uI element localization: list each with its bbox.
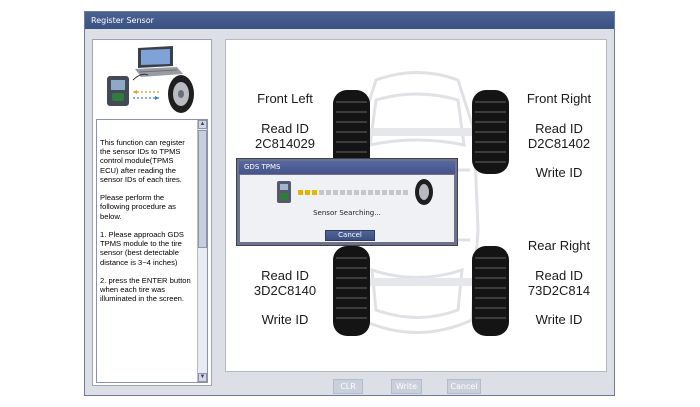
progress-dot bbox=[396, 190, 401, 195]
rear-right-label: Rear Right bbox=[527, 238, 591, 253]
front-right-label: Front Right bbox=[526, 91, 592, 106]
write-button[interactable]: Write bbox=[391, 379, 422, 394]
tire-icon bbox=[168, 75, 194, 113]
dialog-cancel-button[interactable]: Cancel bbox=[325, 230, 375, 241]
searching-message: Sensor Searching... bbox=[313, 209, 381, 217]
progress-dot bbox=[333, 190, 338, 195]
front-right-write-label: Write ID bbox=[535, 165, 583, 180]
dialog-body: Sensor Searching... Cancel bbox=[240, 175, 454, 242]
window-title: Register Sensor bbox=[85, 12, 614, 29]
front-left-read-label: Read ID bbox=[261, 121, 309, 136]
progress-dot bbox=[368, 190, 373, 195]
progress-dot bbox=[361, 190, 366, 195]
rear-right-read-label: Read ID bbox=[535, 268, 583, 283]
tpms-module-icon bbox=[107, 76, 129, 106]
rear-right-write-label: Write ID bbox=[535, 312, 583, 327]
progress-dot bbox=[382, 190, 387, 195]
cancel-button[interactable]: Cancel bbox=[447, 379, 481, 394]
progress-dot bbox=[403, 190, 408, 195]
progress-dot bbox=[389, 190, 394, 195]
progress-dot bbox=[312, 190, 317, 195]
description-scrollbar[interactable]: ▲ ▼ bbox=[197, 120, 207, 382]
search-progress-graphic bbox=[277, 179, 433, 205]
rear-right-read-id: 73D2C814 bbox=[527, 283, 591, 298]
progress-dot bbox=[354, 190, 359, 195]
progress-dot bbox=[326, 190, 331, 195]
front-right-read-label: Read ID bbox=[535, 121, 583, 136]
clr-button[interactable]: CLR bbox=[333, 379, 363, 394]
description-box[interactable]: This function can register the sensor ID… bbox=[96, 119, 208, 383]
progress-dot bbox=[298, 190, 303, 195]
progress-dot bbox=[347, 190, 352, 195]
procedure-illustration bbox=[107, 46, 194, 113]
scroll-thumb[interactable] bbox=[198, 130, 207, 248]
laptop-icon bbox=[135, 46, 183, 77]
scroll-down-icon[interactable]: ▼ bbox=[198, 373, 207, 382]
progress-dot bbox=[319, 190, 324, 195]
progress-indicator bbox=[298, 190, 408, 195]
front-left-label: Front Left bbox=[257, 91, 313, 106]
rear-left-write-label: Write ID bbox=[261, 312, 309, 327]
front-right-read-id: D2C81402 bbox=[527, 136, 591, 151]
tire-icon bbox=[415, 179, 433, 205]
progress-dot bbox=[340, 190, 345, 195]
progress-dot bbox=[375, 190, 380, 195]
rear-left-read-label: Read ID bbox=[261, 268, 309, 283]
tpms-module-icon bbox=[277, 181, 291, 203]
sensor-search-dialog: GDS TPMS Sensor Searching... Cancel bbox=[236, 158, 458, 246]
description-text: This function can register the sensor ID… bbox=[100, 138, 191, 304]
front-left-read-id: 2C814029 bbox=[255, 136, 315, 151]
instruction-panel: This function can register the sensor ID… bbox=[92, 39, 212, 386]
scroll-up-icon[interactable]: ▲ bbox=[198, 120, 207, 129]
rear-left-read-id: 3D2C8140 bbox=[253, 283, 317, 298]
progress-dot bbox=[305, 190, 310, 195]
dialog-title: GDS TPMS bbox=[239, 161, 455, 174]
